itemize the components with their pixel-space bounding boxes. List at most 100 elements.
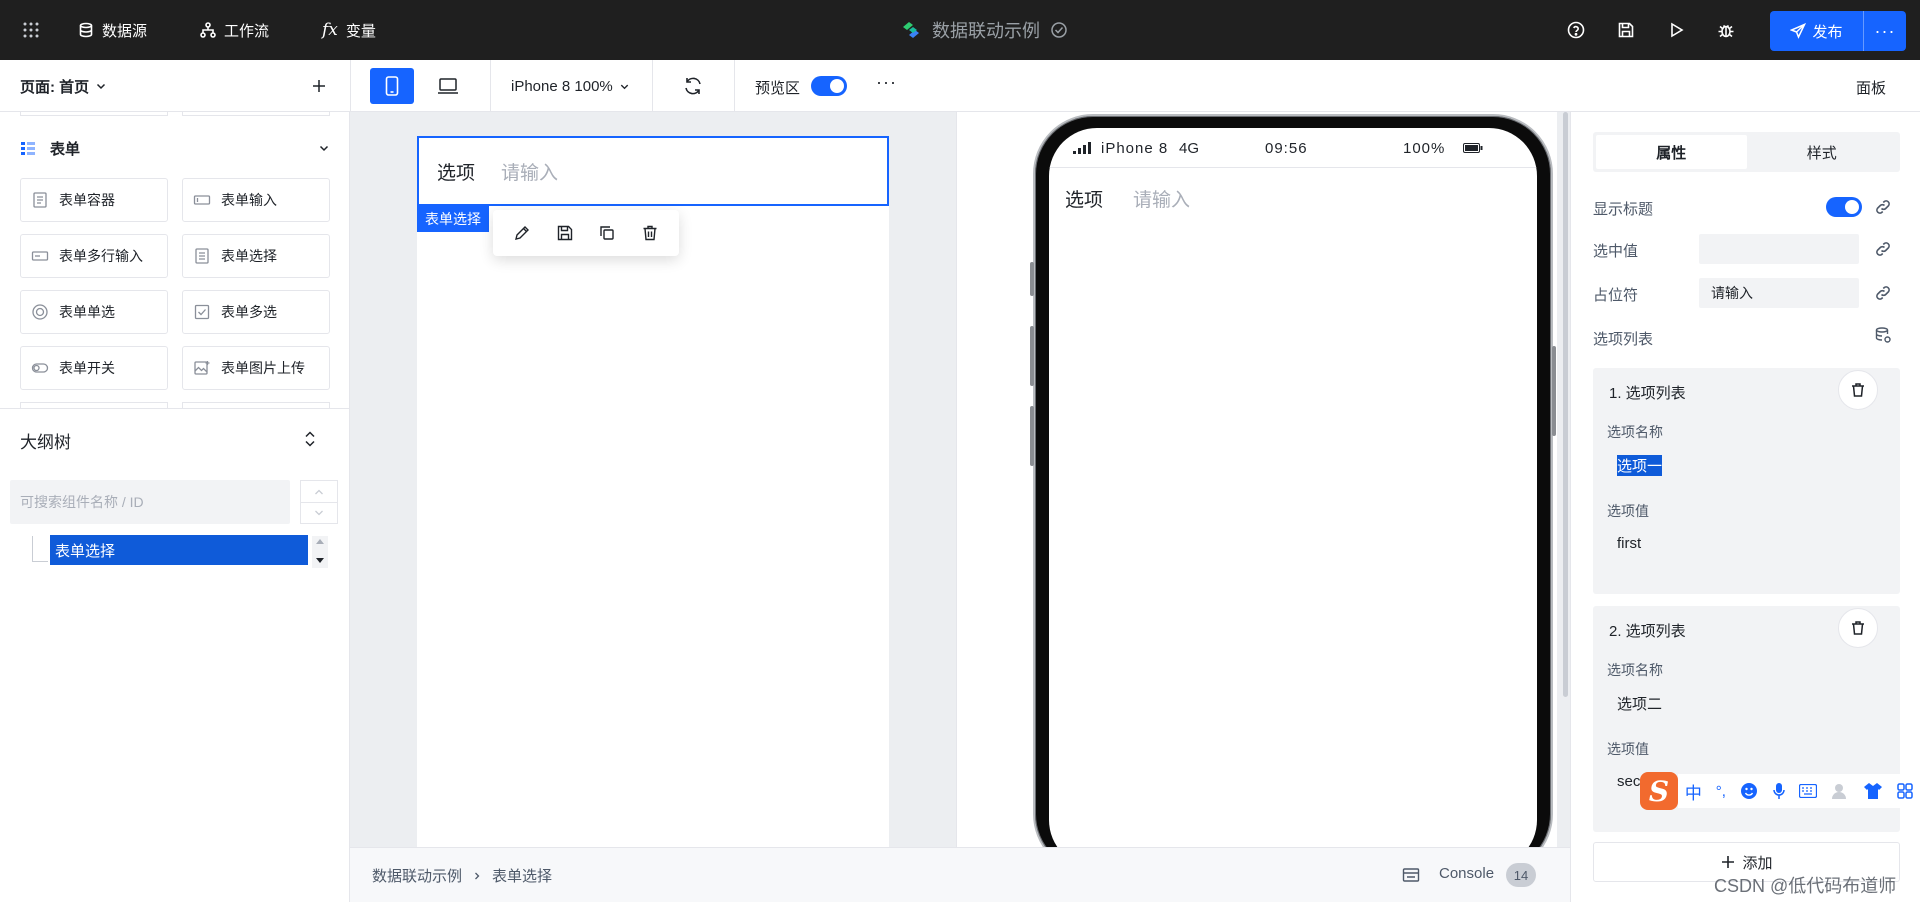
mobile-view-button[interactable] [370,68,414,104]
app-title: 数据联动示例 [932,21,1040,41]
component-form-checkbox[interactable]: 表单多选 [182,290,330,334]
phone-form-select[interactable]: 选项 请输入 [1049,168,1537,228]
save-icon[interactable] [1617,21,1635,39]
option-value-label: 选项值 [1607,741,1649,757]
tab-properties[interactable]: 属性 [1596,135,1747,169]
selected-tag-label: 表单选择 [425,211,481,227]
function-icon: fx [322,20,338,40]
tree-scrollbar[interactable] [312,536,328,568]
app-grid-icon[interactable] [22,0,40,60]
save-template-icon[interactable] [556,224,574,242]
skin-shirt-icon[interactable] [1863,782,1883,800]
chevron-down-icon [315,510,323,516]
component-label: 表单容器 [59,192,115,208]
expand-collapse-icon[interactable] [302,430,318,448]
ime-punctuation[interactable]: °, [1716,783,1726,800]
breadcrumb-item[interactable]: 数据联动示例 [372,865,462,886]
tab-style[interactable]: 样式 [1747,135,1898,169]
volume-up-button [1030,326,1034,386]
battery-icon [1463,143,1483,153]
variables-menu[interactable]: fx 变量 [322,0,376,60]
field-placeholder: 请输入 [501,162,559,184]
toolbar-more-button[interactable]: ··· [876,72,897,93]
component-panel: 表单 表单容器 表单输入 表单多行输入 表单选择 表单单选 表单多选 表单开关 … [0,112,350,902]
component-label: 表单单选 [59,304,115,320]
publish-more-button[interactable]: ··· [1864,21,1906,42]
ime-chinese-mode[interactable]: 中 [1685,779,1702,804]
refresh-icon[interactable] [682,75,704,97]
copy-icon[interactable] [598,224,616,242]
form-group-title: 表单 [50,140,81,158]
datasource-menu[interactable]: 数据源 [78,0,147,60]
workflow-menu[interactable]: 工作流 [200,0,269,60]
plus-icon [1722,856,1735,868]
link-icon[interactable] [1874,198,1892,216]
option-card-header: 1. 选项列表 [1609,385,1686,402]
preview-toggle[interactable] [811,76,847,96]
divider [0,408,350,409]
form-group-header[interactable]: 表单 [20,136,330,160]
selected-form-select[interactable]: 选项 请输入 [417,136,889,206]
option-name-value: 选项二 [1617,695,1663,713]
device-selector[interactable]: iPhone 8 100% [511,60,630,112]
panel-button[interactable]: 面板 [1856,77,1886,98]
sogou-logo[interactable]: S [1640,772,1678,810]
breadcrumb-item[interactable]: 表单选择 [492,865,552,886]
toolbox-grid-icon[interactable] [1897,783,1913,799]
console-button[interactable]: Console [1439,865,1494,882]
component-form-container[interactable]: 表单容器 [20,178,168,222]
option-value-input[interactable]: first [1607,526,1886,560]
microphone-icon[interactable] [1772,782,1786,800]
divider [490,60,491,112]
keyboard-icon[interactable] [1799,784,1818,798]
delete-option-button[interactable] [1838,370,1878,410]
outline-title: 大纲树 [20,433,71,452]
debug-icon[interactable] [1717,21,1735,39]
delete-icon[interactable] [641,224,659,242]
link-icon[interactable] [1874,284,1892,302]
tree-node-form-select[interactable]: 表单选择 [50,535,308,565]
desktop-view-button[interactable] [426,68,470,104]
form-image-upload-icon [194,361,210,375]
top-bar: 数据源 工作流 fx 变量 数据联动示例 发布 ··· [0,0,1920,60]
emoji-icon[interactable] [1740,782,1758,800]
placeholder-value: 请输入 [1711,285,1753,301]
search-next-button[interactable] [300,502,338,524]
side-button [1030,262,1034,296]
component-form-radio[interactable]: 表单单选 [20,290,168,334]
show-title-toggle[interactable] [1826,197,1862,217]
canvas-scrollbar[interactable] [1563,112,1568,697]
scroll-up-arrow[interactable] [316,539,324,544]
option-name-input[interactable]: 选项一 [1607,448,1886,482]
user-icon[interactable] [1831,782,1849,800]
component-form-image-upload[interactable]: 表单图片上传 [182,346,330,390]
component-form-textarea[interactable]: 表单多行输入 [20,234,168,278]
scroll-down-arrow[interactable] [316,558,324,563]
page-selector[interactable]: 页面: 首页 [20,60,107,112]
help-icon[interactable] [1567,21,1585,39]
component-form-switch[interactable]: 表单开关 [20,346,168,390]
console-panel-icon[interactable] [1402,867,1420,883]
device-label: iPhone 8 100% [511,77,613,95]
placeholder-input[interactable]: 请输入 [1699,278,1859,308]
selected-value-input[interactable] [1699,234,1859,264]
link-icon[interactable] [1874,240,1892,258]
play-icon[interactable] [1667,21,1685,39]
chevron-down-icon [319,145,329,152]
component-form-input[interactable]: 表单输入 [182,178,330,222]
tab-label: 属性 [1656,144,1687,162]
search-prev-button[interactable] [300,480,338,502]
option-name-input[interactable]: 选项二 [1607,686,1886,720]
datasource-bind-icon[interactable] [1874,326,1892,344]
phone-field-placeholder: 请输入 [1133,189,1191,211]
toolbar: 页面: 首页 iPhone 8 100% 预览区 ··· 面板 [0,60,1920,112]
option-value-text: sec [1617,772,1641,790]
delete-option-button[interactable] [1838,608,1878,648]
publish-button[interactable]: 发布 ··· [1770,11,1906,51]
outline-search-input[interactable]: 可搜索组件名称 / ID [10,480,290,524]
edit-icon[interactable] [513,224,531,242]
add-page-icon[interactable] [311,78,327,94]
component-form-select[interactable]: 表单选择 [182,234,330,278]
mobile-icon [385,76,399,96]
component-action-bar [493,210,679,256]
